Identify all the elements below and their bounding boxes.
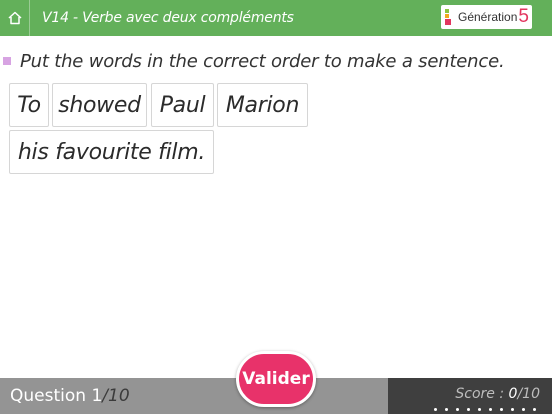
question-counter: Question 1/10	[10, 378, 130, 414]
question-label: Question	[10, 386, 87, 406]
progress-dots	[434, 408, 544, 411]
question-bar: Question 1/10	[0, 378, 388, 414]
logo-number: 5	[518, 6, 529, 27]
logo-text: Génération	[458, 10, 518, 24]
instruction: Put the words in the correct order to ma…	[3, 49, 505, 73]
word-tile[interactable]: his favourite film.	[9, 130, 214, 174]
progress-dot	[467, 408, 470, 411]
progress-dot	[434, 408, 437, 411]
home-icon	[7, 11, 22, 25]
word-tile[interactable]: showed	[52, 83, 147, 127]
progress-dot	[478, 408, 481, 411]
score-display: Score : 0/10	[455, 381, 540, 407]
progress-dot	[445, 408, 448, 411]
word-tile[interactable]: To	[9, 83, 49, 127]
progress-dot	[500, 408, 503, 411]
question-current: 1	[91, 386, 103, 406]
top-bar: V14 - Verbe avec deux compléments Généra…	[0, 0, 552, 36]
score-bar: Score : 0/10	[388, 378, 552, 414]
generation5-logo: Génération 5	[441, 5, 532, 29]
home-button[interactable]	[0, 0, 30, 36]
validate-button[interactable]: Valider	[236, 351, 316, 407]
word-tile[interactable]: Marion	[217, 83, 308, 127]
instruction-text: Put the words in the correct order to ma…	[20, 50, 505, 72]
exercise-title: V14 - Verbe avec deux compléments	[42, 10, 294, 26]
progress-dot	[456, 408, 459, 411]
progress-dot	[533, 408, 536, 411]
progress-dot	[522, 408, 525, 411]
logo-squares-icon	[445, 9, 456, 25]
score-total: /10	[517, 386, 540, 402]
progress-dot	[489, 408, 492, 411]
score-label: Score :	[455, 386, 509, 402]
progress-dot	[511, 408, 514, 411]
word-tile[interactable]: Paul	[151, 83, 214, 127]
question-total: /10	[102, 386, 130, 406]
instruction-bullet-icon	[3, 57, 11, 65]
